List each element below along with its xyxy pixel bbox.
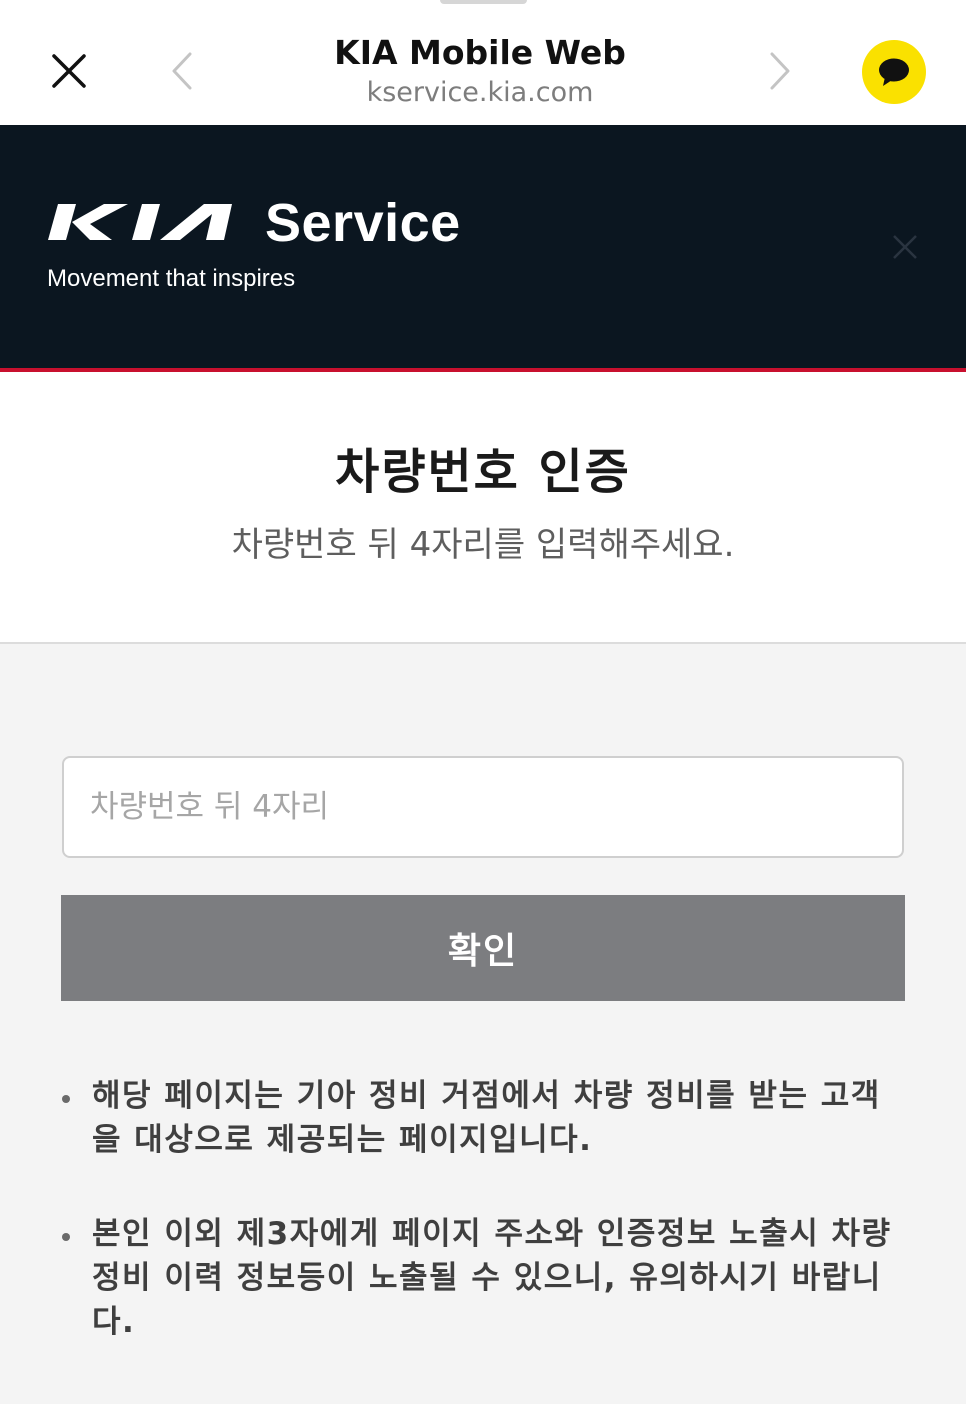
browser-title-block: KIA Mobile Web kservice.kia.com: [240, 32, 720, 110]
confirm-button[interactable]: 확인: [61, 895, 905, 1001]
page-title: 차량번호 인증: [335, 444, 631, 500]
notice-item: 본인 이외 제3자에게 페이지 주소와 인증정보 노출시 차량정비 이력 정보등…: [92, 1216, 892, 1340]
chevron-right-icon: [770, 52, 790, 90]
kakao-share-button[interactable]: [862, 40, 926, 104]
brand-tagline: Movement that inspires: [47, 265, 296, 292]
back-button[interactable]: [160, 46, 204, 96]
page-subtitle: 차량번호 뒤 4자리를 입력해주세요.: [231, 525, 735, 565]
verification-header: 차량번호 인증 차량번호 뒤 4자리를 입력해주세요.: [0, 372, 966, 644]
plate-number-input[interactable]: [62, 756, 904, 858]
close-icon: [893, 235, 917, 259]
browser-title: KIA Mobile Web: [334, 33, 626, 72]
kia-logo-icon: [48, 204, 232, 240]
close-icon: [52, 54, 86, 88]
forward-button[interactable]: [758, 46, 802, 96]
banner-close-button[interactable]: [884, 226, 926, 268]
sheet-grab-handle[interactable]: [440, 0, 527, 4]
browser-url[interactable]: kservice.kia.com: [240, 76, 720, 110]
chevron-left-icon: [172, 52, 192, 90]
bullet-icon: [62, 1233, 70, 1241]
browser-top-bar: KIA Mobile Web kservice.kia.com: [0, 0, 966, 125]
service-label: Service: [265, 193, 461, 253]
kakao-chat-icon: [879, 58, 909, 86]
close-button[interactable]: [44, 46, 94, 96]
kia-service-banner: [0, 125, 966, 368]
notice-item: 해당 페이지는 기아 정비 거점에서 차량 정비를 받는 고객을 대상으로 제공…: [92, 1078, 881, 1158]
bullet-icon: [62, 1095, 70, 1103]
